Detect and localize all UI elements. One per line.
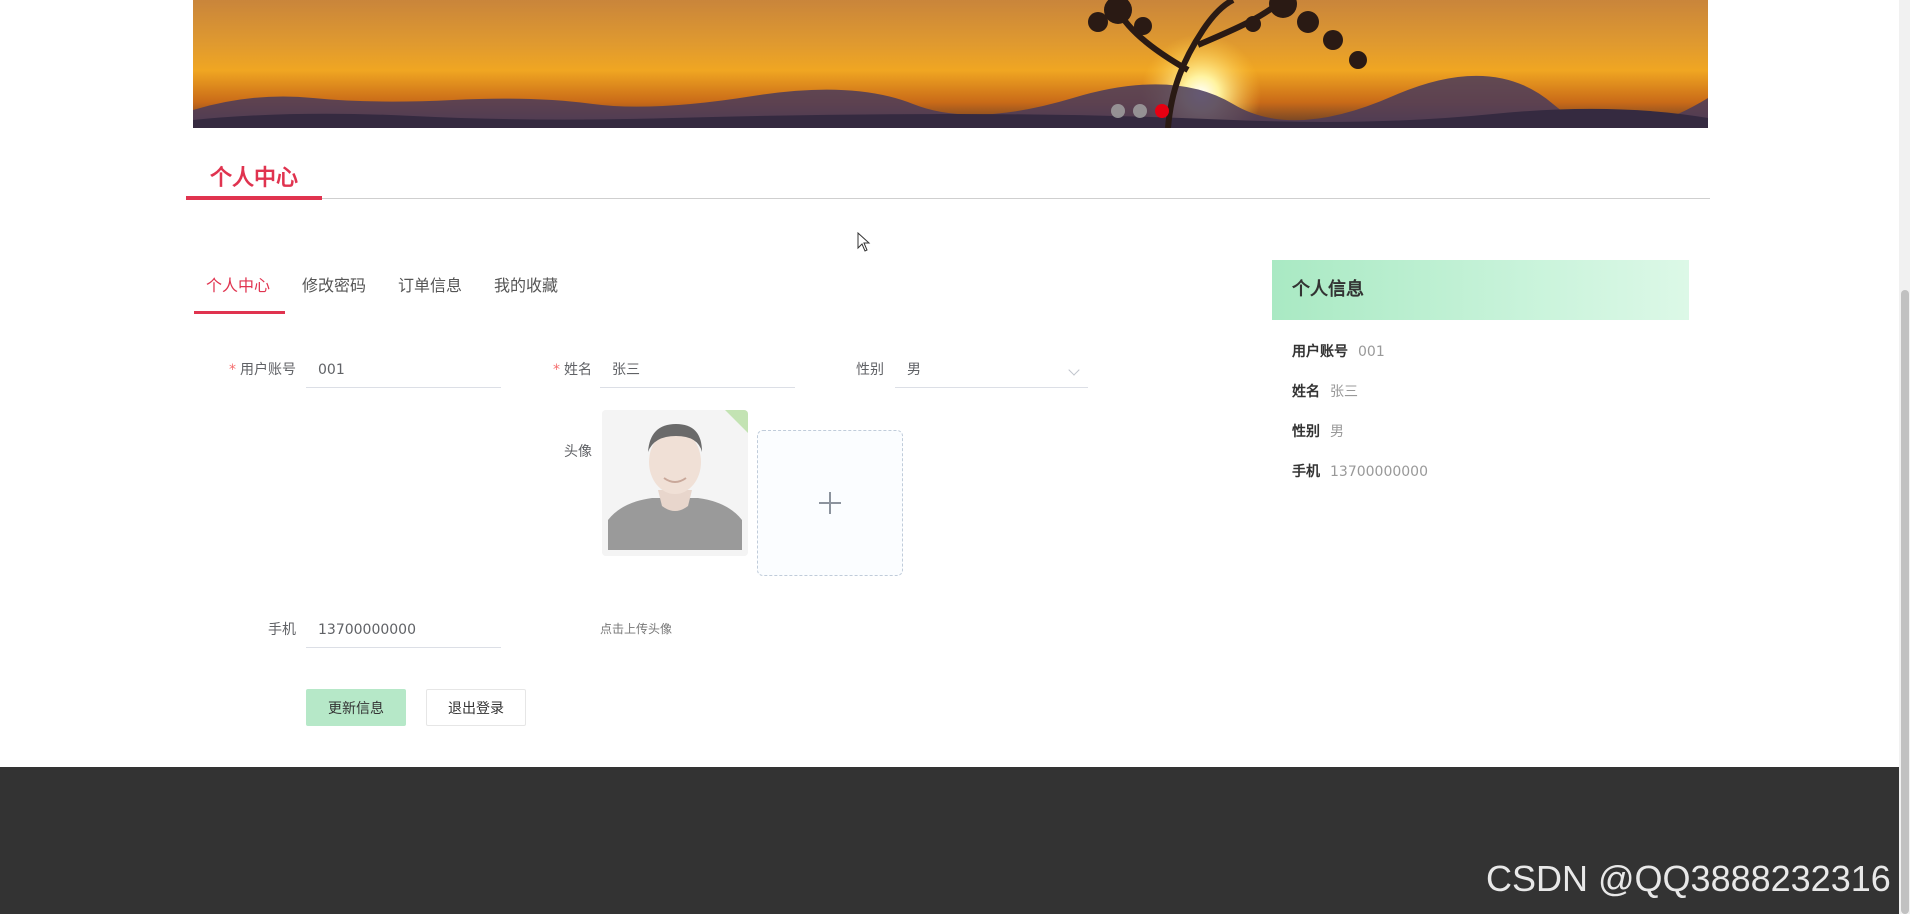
info-row-account: 用户账号 001	[1292, 344, 1385, 360]
profile-tabs: 个人中心 修改密码 订单信息 我的收藏	[193, 272, 590, 314]
section-title-underline	[186, 196, 322, 200]
name-label: * 姓名	[553, 362, 592, 378]
info-row-phone: 手机 13700000000	[1292, 464, 1428, 480]
avatar-person-image	[602, 410, 748, 556]
carousel-dot-1[interactable]	[1111, 104, 1125, 118]
banner-carousel[interactable]	[193, 0, 1708, 128]
watermark-text: CSDN @QQ3888232316	[1486, 858, 1891, 899]
sunset-image	[193, 0, 1708, 128]
account-input[interactable]: 001	[306, 352, 501, 388]
tab-orders[interactable]: 订单信息	[398, 272, 462, 314]
avatar-upload-tip: 点击上传头像	[600, 622, 673, 636]
gender-select-value: 男	[907, 362, 921, 378]
info-row-name: 姓名 张三	[1292, 384, 1358, 400]
tab-change-password[interactable]: 修改密码	[302, 272, 366, 314]
logout-button[interactable]: 退出登录	[426, 689, 526, 726]
info-row-gender: 性别男	[1292, 424, 1344, 440]
gender-label: 性别	[856, 362, 884, 378]
phone-input[interactable]: 13700000000	[306, 612, 501, 648]
tab-favorites[interactable]: 我的收藏	[494, 272, 558, 314]
carousel-dot-3[interactable]	[1155, 104, 1169, 118]
chevron-down-icon	[1068, 364, 1080, 376]
section-divider	[186, 198, 1710, 199]
gender-select[interactable]: 男	[895, 352, 1088, 388]
mouse-cursor-icon	[857, 232, 871, 252]
avatar-upload-button[interactable]	[757, 430, 903, 576]
plus-icon-vertical	[829, 492, 831, 514]
update-info-button[interactable]: 更新信息	[306, 689, 406, 726]
avatar-preview[interactable]	[602, 410, 748, 556]
carousel-dot-2[interactable]	[1133, 104, 1147, 118]
tab-profile[interactable]: 个人中心	[193, 272, 286, 314]
carousel-indicators	[1111, 104, 1169, 118]
phone-label: 手机	[268, 622, 296, 638]
page-title: 个人中心	[210, 166, 299, 191]
name-input[interactable]: 张三	[600, 352, 795, 388]
scrollbar-thumb[interactable]	[1901, 290, 1909, 914]
info-card-title: 个人信息	[1272, 260, 1689, 320]
account-label: * 用户账号	[229, 362, 296, 378]
avatar-label: 头像	[564, 444, 592, 460]
